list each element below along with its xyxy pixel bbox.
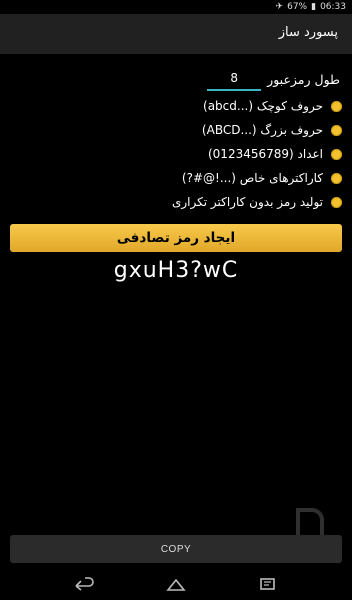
lowercase-toggle[interactable] (331, 100, 342, 112)
battery-text: 67% (287, 2, 308, 12)
option-label: حروف بزرگ (...ABCD) (201, 123, 323, 137)
generated-password: gxuH3?wC (113, 258, 239, 283)
battery-icon: ▮ (311, 2, 317, 12)
option-label: اعداد (0123456789) (207, 147, 323, 161)
app-bar: پسورد ساز (0, 14, 352, 54)
option-label: کاراکترهای خاص (...!@#?) (181, 171, 323, 185)
recent-apps-icon[interactable] (257, 577, 279, 591)
special-chars-toggle[interactable] (331, 172, 342, 184)
nav-bar (0, 568, 352, 600)
password-length-input[interactable] (207, 67, 262, 91)
option-special-chars[interactable]: کاراکترهای خاص (...!@#?) (182, 167, 342, 189)
back-icon[interactable] (73, 577, 95, 591)
password-length-row: طول رمزعبور (207, 66, 340, 92)
option-digits[interactable]: اعداد (0123456789) (208, 143, 342, 165)
generate-password-button[interactable]: ایجاد رمز تصادفی (10, 224, 342, 252)
airplane-icon: ✈ (275, 2, 284, 12)
password-length-label: طول رمزعبور (267, 71, 340, 87)
status-bar: ✈ 67% ▮ 06:33 (0, 0, 352, 14)
no-repeat-toggle[interactable] (331, 196, 342, 208)
option-uppercase[interactable]: حروف بزرگ (...ABCD) (202, 119, 342, 141)
option-label: تولید رمز بدون کاراکتر تکراری (171, 195, 323, 209)
uppercase-toggle[interactable] (331, 124, 342, 136)
time-text: 06:33 (320, 2, 346, 12)
digits-toggle[interactable] (331, 148, 342, 160)
page-title: پسورد ساز (278, 25, 338, 40)
option-lowercase[interactable]: حروف کوچک (...abcd) (203, 95, 342, 117)
home-icon[interactable] (165, 577, 187, 591)
option-label: حروف کوچک (...abcd) (203, 99, 323, 113)
option-no-repeat[interactable]: تولید رمز بدون کاراکتر تکراری (172, 191, 342, 213)
copy-button[interactable]: COPY (10, 535, 342, 563)
